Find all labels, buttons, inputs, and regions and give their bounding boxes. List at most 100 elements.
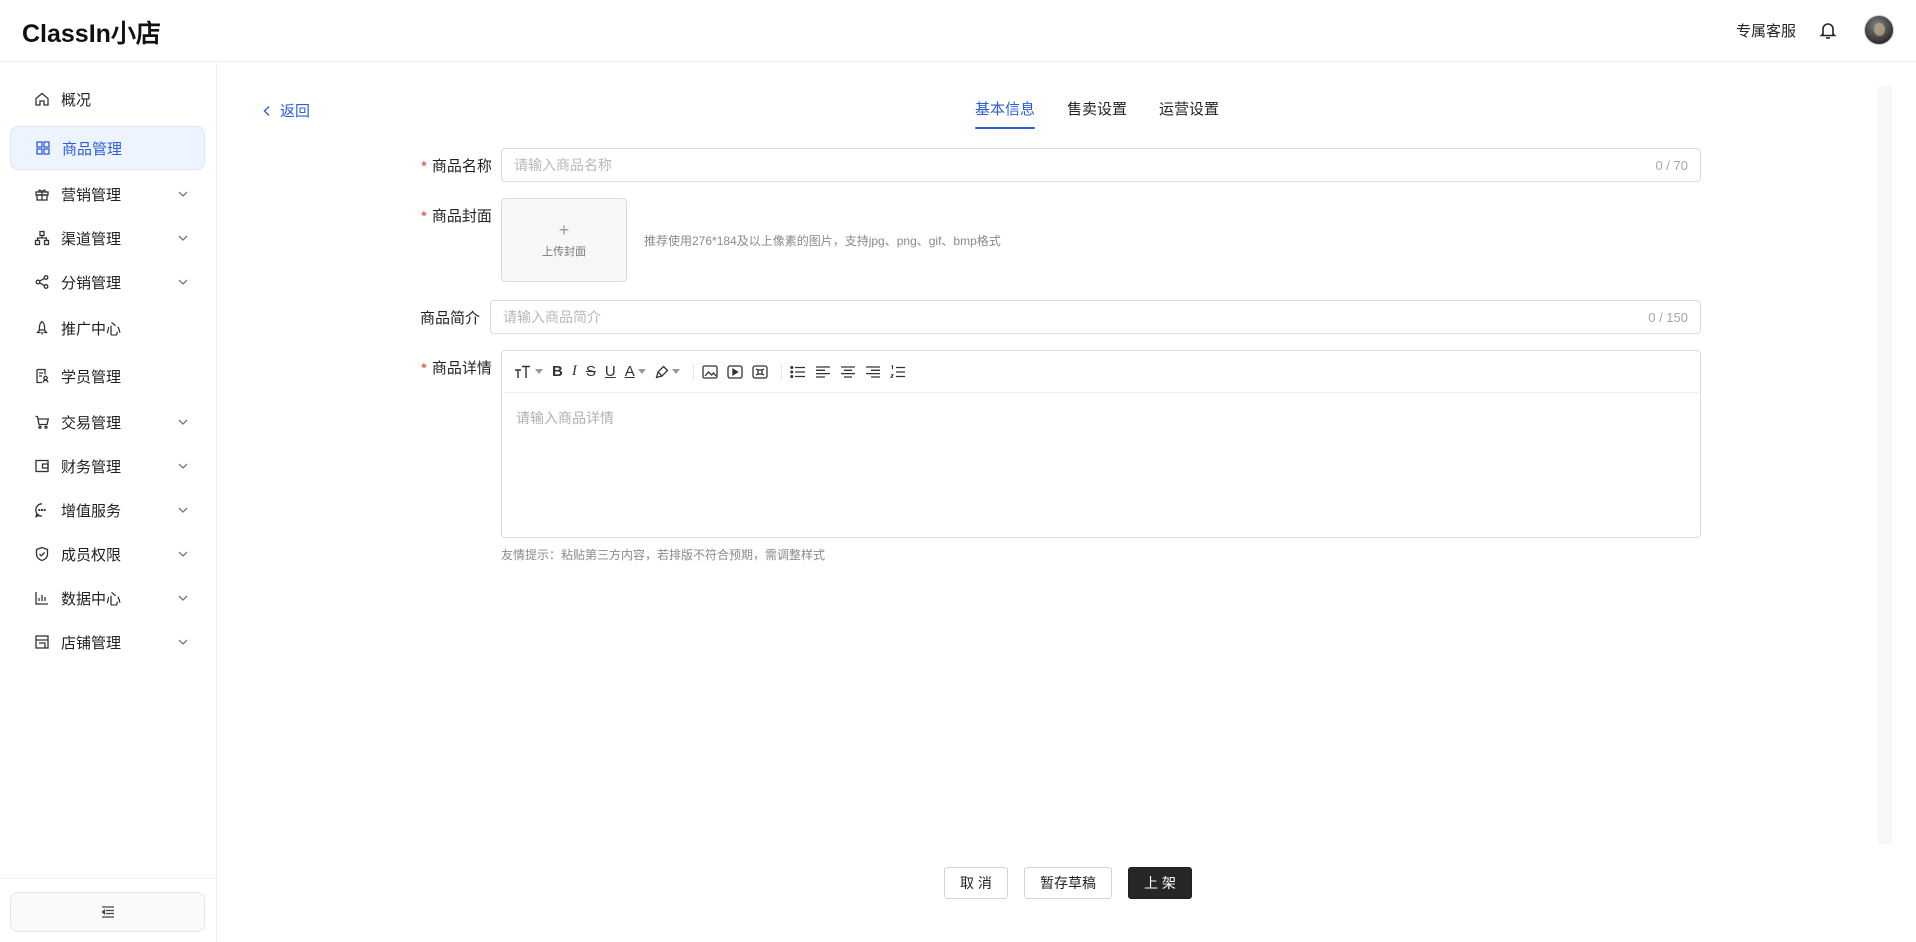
sidebar-item-label: 交易管理 — [61, 414, 122, 432]
header-actions: 专属客服 — [1736, 14, 1894, 46]
sidebar-item-label: 店铺管理 — [61, 634, 122, 652]
chevron-down-icon — [178, 639, 188, 645]
sidebar-item-data-center[interactable]: 数据中心 — [10, 576, 205, 620]
product-name-counter: 0 / 70 — [1655, 157, 1688, 173]
save-draft-button[interactable]: 暂存草稿 — [1024, 867, 1112, 899]
product-name-label: * 商品名称 — [421, 158, 492, 175]
bullet-list-icon[interactable] — [789, 359, 806, 385]
sidebar-item-label: 学员管理 — [61, 368, 122, 386]
required-mark: * — [421, 158, 427, 175]
tab-operation-settings[interactable]: 运营设置 — [1159, 98, 1219, 129]
sidebar-item-promotion[interactable]: 推广中心 — [10, 306, 205, 350]
chevron-down-icon — [178, 235, 188, 241]
rocket-icon — [36, 320, 48, 335]
underline-icon[interactable]: U — [605, 359, 616, 385]
sidebar-item-permissions[interactable]: 成员权限 — [10, 532, 205, 576]
chevron-down-icon — [178, 463, 188, 469]
user-avatar[interactable] — [1864, 15, 1894, 45]
tab-basic-info[interactable]: 基本信息 — [975, 98, 1036, 129]
sidebar-item-store[interactable]: 店铺管理 — [10, 620, 205, 664]
cancel-button[interactable]: 取 消 — [944, 867, 1008, 899]
product-intro-input[interactable] — [503, 309, 1649, 325]
align-right-icon[interactable] — [865, 359, 881, 385]
align-center-icon[interactable] — [840, 359, 856, 385]
sidebar-item-distribution[interactable]: 分销管理 — [10, 260, 205, 304]
tab-sales-settings[interactable]: 售卖设置 — [1067, 98, 1127, 129]
back-link[interactable]: 返回 — [262, 100, 310, 121]
ordered-list-icon[interactable] — [889, 359, 906, 385]
image-icon[interactable] — [702, 359, 718, 385]
form-tabs: 基本信息 售卖设置 运营设置 — [975, 98, 1251, 129]
sidebar-item-students[interactable]: 学员管理 — [10, 354, 205, 398]
gift-icon — [35, 189, 49, 201]
bar-chart-icon — [35, 592, 48, 605]
video-icon[interactable] — [727, 359, 743, 385]
rich-text-editor: B I S U A 请输入商品详情 — [501, 350, 1701, 538]
sidebar-item-label: 商品管理 — [62, 140, 123, 158]
vertical-scrollbar[interactable] — [1878, 86, 1892, 844]
app-logo[interactable]: ClassIn小店 — [22, 14, 161, 50]
sidebar-item-label: 增值服务 — [61, 502, 122, 520]
product-detail-label: * 商品详情 — [421, 360, 492, 377]
chevron-down-icon — [178, 191, 188, 197]
plus-icon: + — [558, 219, 570, 240]
font-color-icon[interactable]: A — [625, 359, 646, 385]
sidebar-item-label: 营销管理 — [61, 186, 122, 204]
font-size-icon[interactable] — [514, 359, 543, 385]
product-intro-label: 商品简介 — [420, 310, 481, 327]
upload-label: 上传封面 — [542, 245, 586, 258]
back-label: 返回 — [280, 103, 311, 120]
sidebar-item-label: 渠道管理 — [61, 230, 122, 248]
product-name-input[interactable] — [514, 157, 1656, 173]
top-header: ClassIn小店 专属客服 — [0, 0, 1916, 62]
publish-button[interactable]: 上 架 — [1128, 867, 1192, 899]
cart-icon — [35, 415, 50, 429]
sidebar-footer — [0, 878, 217, 942]
chevron-down-icon — [178, 419, 188, 425]
sidebar-item-channels[interactable]: 渠道管理 — [10, 216, 205, 260]
sidebar-item-label: 财务管理 — [61, 458, 122, 476]
sidebar-item-transactions[interactable]: 交易管理 — [10, 400, 205, 444]
store-icon — [35, 635, 49, 649]
main-content: 返回 基本信息 售卖设置 运营设置 *商品名称 0 / 70 *商品封面 + 上… — [218, 62, 1916, 942]
sidebar-item-label: 概况 — [61, 91, 92, 109]
chevron-left-icon — [263, 105, 270, 116]
required-mark: * — [421, 208, 427, 225]
cover-hint: 推荐使用276*184及以上像素的图片，支持jpg、png、gif、bmp格式 — [644, 234, 1001, 248]
italic-icon[interactable]: I — [572, 359, 577, 385]
editor-content-area[interactable]: 请输入商品详情 — [502, 393, 1700, 443]
chevron-down-icon — [178, 551, 188, 557]
sidebar-item-label: 推广中心 — [61, 320, 122, 338]
required-mark: * — [421, 360, 427, 377]
wallet-icon — [35, 459, 49, 473]
bold-icon[interactable]: B — [552, 359, 563, 385]
sidebar-item-finance[interactable]: 财务管理 — [10, 444, 205, 488]
sidebar: 概况 商品管理 营销管理 渠道管理 分销管理 推广中心 学员管理 交易管理 财务… — [0, 62, 217, 942]
sidebar-item-marketing[interactable]: 营销管理 — [10, 172, 205, 216]
shield-check-icon — [35, 546, 49, 562]
cover-upload-button[interactable]: + 上传封面 — [501, 198, 627, 282]
menu-collapse-icon — [100, 906, 114, 918]
align-left-icon[interactable] — [815, 359, 831, 385]
editor-toolbar: B I S U A — [502, 351, 1700, 393]
bell-icon[interactable] — [1818, 20, 1838, 40]
product-name-field: 0 / 70 — [501, 148, 1701, 182]
editor-paste-tip: 友情提示：粘贴第三方内容，若排版不符合预期，需调整样式 — [501, 548, 826, 562]
product-intro-field: 0 / 150 — [490, 300, 1701, 334]
customer-service-link[interactable]: 专属客服 — [1736, 20, 1796, 41]
sidebar-item-label: 分销管理 — [61, 274, 122, 292]
chevron-down-icon — [178, 595, 188, 601]
sidebar-item-label: 数据中心 — [61, 590, 122, 608]
sidebar-item-products[interactable]: 商品管理 — [10, 126, 205, 170]
document-user-icon — [36, 368, 49, 384]
share-icon — [35, 275, 49, 289]
sidebar-item-overview[interactable]: 概况 — [10, 77, 205, 121]
attachment-icon[interactable] — [752, 359, 768, 385]
grid-icon — [36, 141, 50, 155]
product-cover-label: * 商品封面 — [421, 208, 492, 225]
sidebar-item-value-added[interactable]: 增值服务 — [10, 488, 205, 532]
sidebar-item-label: 成员权限 — [61, 546, 122, 564]
strikethrough-icon[interactable]: S — [586, 359, 596, 385]
highlight-icon[interactable] — [655, 359, 680, 385]
sidebar-collapse-button[interactable] — [10, 892, 205, 932]
